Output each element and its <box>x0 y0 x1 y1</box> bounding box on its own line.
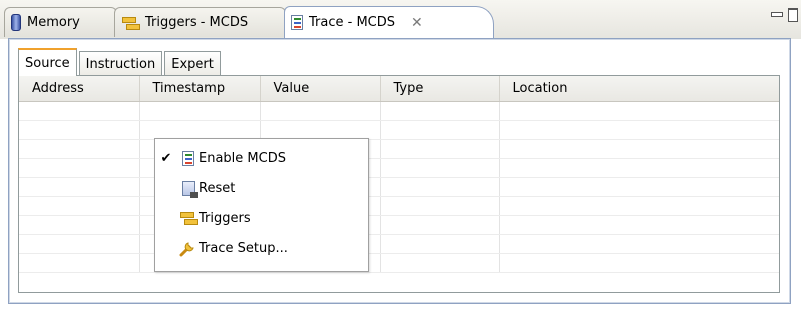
menu-item-label: Enable MCDS <box>199 150 286 166</box>
triggers-icon <box>179 210 198 226</box>
table-row[interactable] <box>19 234 779 254</box>
tab-source[interactable]: Source <box>18 48 77 76</box>
trace-table[interactable]: Address Timestamp Value Type Location <box>18 75 780 293</box>
table-cell[interactable] <box>499 120 779 140</box>
table-cell[interactable] <box>380 234 500 254</box>
table-cell[interactable] <box>499 158 779 178</box>
reset-icon <box>181 180 198 198</box>
table-cell[interactable] <box>499 177 779 197</box>
table-row[interactable] <box>19 215 779 235</box>
table-cell[interactable] <box>19 196 140 216</box>
tab-triggers-mcds[interactable]: Triggers - MCDS <box>114 7 286 37</box>
table-cell[interactable] <box>499 253 779 273</box>
menu-item-enable-mcds[interactable]: ✔ Enable MCDS <box>155 145 368 171</box>
table-row[interactable] <box>19 139 779 159</box>
context-menu: ✔ Enable MCDS Reset Triggers Trace Setup… <box>154 138 369 272</box>
tab-memory[interactable]: Memory <box>4 7 117 37</box>
table-cell[interactable] <box>19 234 140 254</box>
menu-item-triggers[interactable]: Triggers <box>155 205 368 231</box>
minimize-icon[interactable] <box>771 12 783 17</box>
column-header-type[interactable]: Type <box>380 76 500 102</box>
trace-icon <box>182 150 194 166</box>
window-controls <box>771 8 798 22</box>
menu-item-label: Triggers <box>199 210 251 226</box>
tab-expert-label: Expert <box>171 56 214 72</box>
table-cell[interactable] <box>19 139 140 159</box>
table-cell[interactable] <box>380 196 500 216</box>
table-cell[interactable] <box>499 215 779 235</box>
tab-triggers-label: Triggers - MCDS <box>145 15 249 30</box>
table-row[interactable] <box>19 158 779 178</box>
table-cell[interactable] <box>499 196 779 216</box>
table-cell[interactable] <box>380 139 500 159</box>
table-cell[interactable] <box>260 120 381 140</box>
triggers-icon <box>121 15 140 31</box>
column-header-location[interactable]: Location <box>499 76 779 102</box>
tab-instruction[interactable]: Instruction <box>78 51 163 76</box>
column-header-timestamp[interactable]: Timestamp <box>139 76 261 102</box>
menu-item-trace-setup[interactable]: Trace Setup... <box>155 235 368 261</box>
tab-source-label: Source <box>25 55 70 71</box>
column-header-address[interactable]: Address <box>19 76 140 102</box>
table-cell[interactable] <box>499 139 779 159</box>
wrench-icon <box>179 242 194 257</box>
column-header-value[interactable]: Value <box>260 76 381 102</box>
table-row[interactable] <box>19 253 779 273</box>
sub-tab-bar: Source Instruction Expert <box>18 48 223 76</box>
table-body <box>19 101 779 273</box>
table-cell[interactable] <box>380 215 500 235</box>
table-cell[interactable] <box>499 234 779 254</box>
table-cell[interactable] <box>19 177 140 197</box>
menu-item-label: Trace Setup... <box>199 240 288 256</box>
trace-icon <box>291 15 303 30</box>
menu-item-label: Reset <box>199 180 236 196</box>
table-row[interactable] <box>19 120 779 140</box>
table-cell[interactable] <box>19 101 140 121</box>
table-cell[interactable] <box>380 101 500 121</box>
database-icon <box>11 14 21 31</box>
checkmark-icon: ✔ <box>160 150 172 166</box>
close-icon[interactable]: ✕ <box>411 15 423 31</box>
view-tab-strip: Memory Triggers - MCDS Trace - MCDS ✕ <box>0 0 801 39</box>
table-cell[interactable] <box>19 215 140 235</box>
table-cell[interactable] <box>19 253 140 273</box>
table-cell[interactable] <box>380 253 500 273</box>
table-cell[interactable] <box>19 158 140 178</box>
table-row[interactable] <box>19 196 779 216</box>
maximize-icon[interactable] <box>788 8 798 22</box>
table-cell[interactable] <box>380 158 500 178</box>
table-cell[interactable] <box>380 120 500 140</box>
table-cell[interactable] <box>260 101 381 121</box>
table-cell[interactable] <box>19 120 140 140</box>
table-cell[interactable] <box>380 177 500 197</box>
table-cell[interactable] <box>139 101 261 121</box>
menu-item-reset[interactable]: Reset <box>155 175 368 201</box>
tab-instruction-label: Instruction <box>85 56 156 72</box>
tab-expert[interactable]: Expert <box>164 51 221 76</box>
trace-view-panel: Source Instruction Expert Address Timest… <box>8 38 791 304</box>
table-cell[interactable] <box>499 101 779 121</box>
table-row[interactable] <box>19 101 779 121</box>
tab-memory-label: Memory <box>27 15 80 30</box>
table-row[interactable] <box>19 177 779 197</box>
tab-trace-mcds[interactable]: Trace - MCDS ✕ <box>284 6 494 38</box>
tab-trace-label: Trace - MCDS <box>309 15 395 30</box>
table-cell[interactable] <box>139 120 261 140</box>
